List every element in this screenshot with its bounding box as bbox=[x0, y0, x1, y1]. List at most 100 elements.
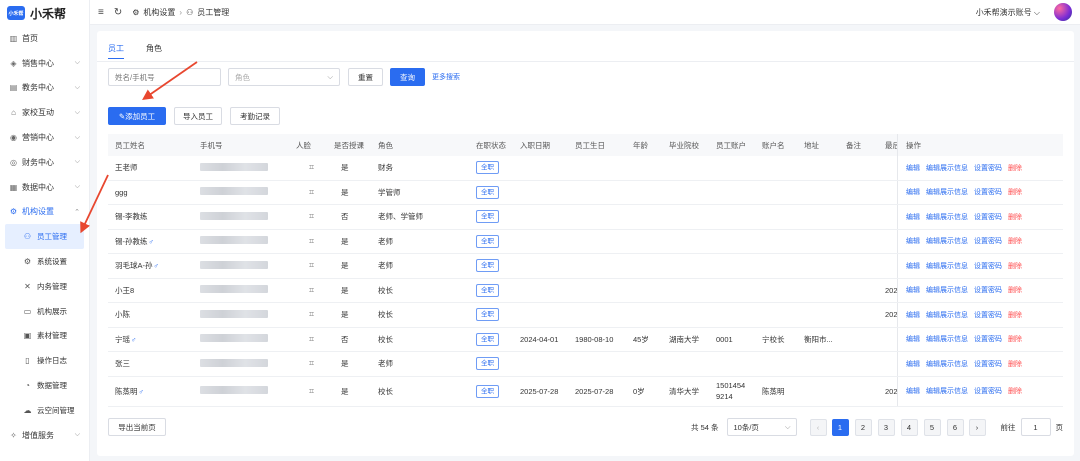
delete-link[interactable]: 删除 bbox=[1008, 334, 1022, 344]
refresh-icon[interactable]: ↻ bbox=[114, 7, 122, 18]
page-button-1[interactable]: 1 bbox=[831, 418, 849, 436]
sidebar-subitem-4[interactable]: ▣ 素材管理 bbox=[0, 324, 89, 349]
attendance-button[interactable]: 考勤记录 bbox=[230, 107, 280, 125]
edit-link[interactable]: 编辑 bbox=[906, 187, 920, 197]
page-button-5[interactable]: 5 bbox=[923, 418, 941, 436]
delete-link[interactable]: 删除 bbox=[1008, 386, 1022, 396]
breadcrumb-item-settings[interactable]: 机构设置 bbox=[143, 7, 175, 18]
sidebar-item-6[interactable]: ▦ 数据中心 ⌵ bbox=[0, 175, 89, 200]
set-password-link[interactable]: 设置密码 bbox=[974, 163, 1002, 173]
page-button-4[interactable]: 4 bbox=[900, 418, 918, 436]
set-password-link[interactable]: 设置密码 bbox=[974, 187, 1002, 197]
delete-link[interactable]: 删除 bbox=[1008, 310, 1022, 320]
sidebar-item-4[interactable]: ◉ 营销中心 ⌵ bbox=[0, 125, 89, 150]
delete-link[interactable]: 删除 bbox=[1008, 212, 1022, 222]
edit-link[interactable]: 编辑 bbox=[906, 285, 920, 295]
redacted-phone bbox=[200, 309, 268, 318]
edit-link[interactable]: 编辑 bbox=[906, 212, 920, 222]
sidebar-item-2[interactable]: ▤ 教务中心 ⌵ bbox=[0, 76, 89, 101]
sidebar-item-label: 营销中心 bbox=[22, 133, 54, 143]
edit-link[interactable]: 编辑 bbox=[906, 386, 920, 396]
set-password-link[interactable]: 设置密码 bbox=[974, 359, 1002, 369]
menu-toggle-icon[interactable]: ≡ bbox=[98, 7, 104, 18]
delete-link[interactable]: 删除 bbox=[1008, 261, 1022, 271]
sidebar-subitem-label: 内务管理 bbox=[37, 281, 67, 291]
delete-link[interactable]: 删除 bbox=[1008, 236, 1022, 246]
sidebar-item-value-added[interactable]: ✧ 增值服务 ⌵ bbox=[0, 423, 89, 448]
edit-display-info-link[interactable]: 编辑展示信息 bbox=[926, 386, 968, 396]
delete-link[interactable]: 删除 bbox=[1008, 285, 1022, 295]
edit-display-info-link[interactable]: 编辑展示信息 bbox=[926, 212, 968, 222]
sidebar-item-7[interactable]: ⚙ 机构设置 ⌃ bbox=[0, 200, 89, 225]
set-password-link[interactable]: 设置密码 bbox=[974, 236, 1002, 246]
page-button-2[interactable]: 2 bbox=[854, 418, 872, 436]
sidebar-subitem-7[interactable]: ☁ 云空间管理 bbox=[0, 398, 89, 423]
tab-staff[interactable]: 员工 bbox=[108, 43, 124, 59]
more-search-link[interactable]: 更多搜索 bbox=[432, 72, 460, 82]
sidebar-subitem-5[interactable]: ▯ 操作日志 bbox=[0, 348, 89, 373]
search-button[interactable]: 查询 bbox=[390, 68, 425, 86]
face-scan-icon[interactable]: ⌗ bbox=[296, 187, 314, 197]
edit-link[interactable]: 编辑 bbox=[906, 261, 920, 271]
delete-link[interactable]: 删除 bbox=[1008, 163, 1022, 173]
set-password-link[interactable]: 设置密码 bbox=[974, 334, 1002, 344]
edit-display-info-link[interactable]: 编辑展示信息 bbox=[926, 261, 968, 271]
goto-page-input[interactable] bbox=[1020, 418, 1051, 436]
delete-link[interactable]: 删除 bbox=[1008, 359, 1022, 369]
face-scan-icon[interactable]: ⌗ bbox=[296, 309, 314, 319]
page-size-select[interactable]: 10条/页 ⌵ bbox=[726, 418, 797, 436]
sidebar-item-0[interactable]: ▥ 首页 bbox=[0, 26, 89, 51]
edit-link[interactable]: 编辑 bbox=[906, 334, 920, 344]
sidebar-subitem-2[interactable]: ✕ 内务管理 bbox=[0, 274, 89, 299]
face-scan-icon[interactable]: ⌗ bbox=[296, 260, 314, 270]
edit-display-info-link[interactable]: 编辑展示信息 bbox=[926, 285, 968, 295]
edit-link[interactable]: 编辑 bbox=[906, 359, 920, 369]
edit-link[interactable]: 编辑 bbox=[906, 163, 920, 173]
next-page-icon[interactable]: › bbox=[968, 418, 986, 436]
set-password-link[interactable]: 设置密码 bbox=[974, 386, 1002, 396]
name-phone-input[interactable] bbox=[108, 68, 221, 86]
sidebar-subitem-1[interactable]: ⚙ 系统设置 bbox=[0, 249, 89, 274]
prev-page-icon[interactable]: ‹ bbox=[809, 418, 827, 436]
add-staff-button[interactable]: ✎ 添加员工 bbox=[108, 107, 166, 125]
sidebar-subitem-6[interactable]: ◔ 数据管理 bbox=[0, 373, 89, 398]
export-page-button[interactable]: 导出当前页 bbox=[108, 418, 166, 436]
set-password-link[interactable]: 设置密码 bbox=[974, 212, 1002, 222]
edit-display-info-link[interactable]: 编辑展示信息 bbox=[926, 163, 968, 173]
edit-link[interactable]: 编辑 bbox=[906, 236, 920, 246]
tab-roles[interactable]: 角色 bbox=[146, 43, 162, 59]
set-password-link[interactable]: 设置密码 bbox=[974, 285, 1002, 295]
set-password-link[interactable]: 设置密码 bbox=[974, 310, 1002, 320]
edit-display-info-link[interactable]: 编辑展示信息 bbox=[926, 359, 968, 369]
face-scan-icon[interactable]: ⌗ bbox=[296, 285, 314, 295]
brand[interactable]: 小禾帮 小禾帮 bbox=[0, 0, 89, 26]
sidebar-subitem-3[interactable]: ▭ 机构展示 bbox=[0, 299, 89, 324]
page-button-3[interactable]: 3 bbox=[877, 418, 895, 436]
role-select[interactable]: 角色 ⌵ bbox=[228, 68, 340, 86]
edit-display-info-link[interactable]: 编辑展示信息 bbox=[926, 236, 968, 246]
face-scan-icon[interactable]: ⌗ bbox=[296, 211, 314, 221]
sidebar-subitem-0[interactable]: ⚇ 员工管理 bbox=[5, 224, 84, 250]
reset-button[interactable]: 重置 bbox=[348, 68, 383, 86]
edit-link[interactable]: 编辑 bbox=[906, 310, 920, 320]
cell-join-date: 2024-04-01 bbox=[520, 334, 559, 344]
edit-display-info-link[interactable]: 编辑展示信息 bbox=[926, 334, 968, 344]
sidebar-item-5[interactable]: ◎ 财务中心 ⌵ bbox=[0, 150, 89, 175]
page-button-6[interactable]: 6 bbox=[946, 418, 964, 436]
face-scan-icon[interactable]: ⌗ bbox=[296, 386, 314, 396]
edit-display-info-link[interactable]: 编辑展示信息 bbox=[926, 187, 968, 197]
face-scan-icon[interactable]: ⌗ bbox=[296, 358, 314, 368]
account-menu[interactable]: 小禾帮演示账号 ⌵ bbox=[976, 7, 1040, 18]
face-scan-icon[interactable]: ⌗ bbox=[296, 162, 314, 172]
import-staff-button[interactable]: 导入员工 bbox=[174, 107, 222, 125]
face-scan-icon[interactable]: ⌗ bbox=[296, 334, 314, 344]
avatar[interactable] bbox=[1054, 3, 1072, 21]
sidebar-item-1[interactable]: ◈ 销售中心 ⌵ bbox=[0, 51, 89, 76]
delete-link[interactable]: 删除 bbox=[1008, 187, 1022, 197]
staff-table: 员工姓名 手机号 人脸 是否授课 角色 在职状态 入职日期 员工生日 年龄 毕业… bbox=[108, 134, 1063, 407]
set-password-link[interactable]: 设置密码 bbox=[974, 261, 1002, 271]
edit-display-info-link[interactable]: 编辑展示信息 bbox=[926, 310, 968, 320]
face-scan-icon[interactable]: ⌗ bbox=[296, 236, 314, 246]
sidebar-item-3[interactable]: ⌂ 家校互动 ⌵ bbox=[0, 100, 89, 125]
redacted-phone bbox=[200, 334, 268, 343]
